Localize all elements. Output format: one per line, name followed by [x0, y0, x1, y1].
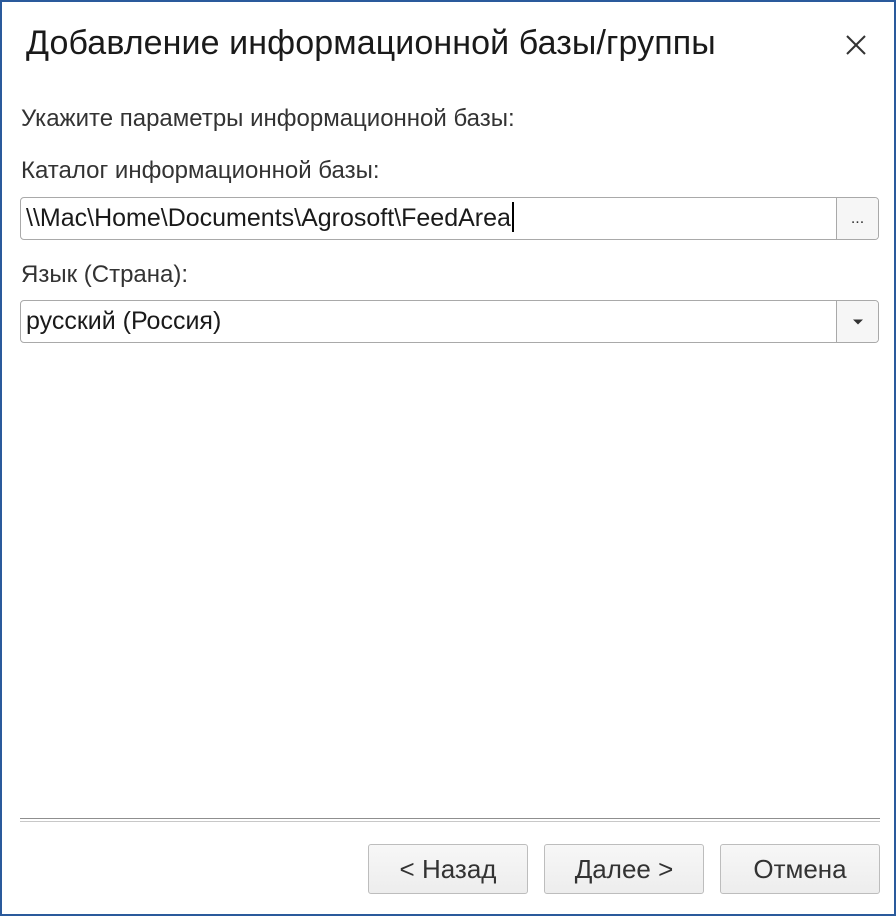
catalog-label: Каталог информационной базы: [21, 157, 380, 184]
browse-button[interactable]: ... [836, 198, 878, 239]
catalog-input-text: \\Mac\Home\Documents\Agrosoft\FeedArea [26, 204, 511, 232]
language-dropdown-button[interactable] [836, 301, 878, 342]
language-value: русский (Россия) [26, 307, 222, 335]
catalog-input[interactable]: \\Mac\Home\Documents\Agrosoft\FeedArea [26, 198, 514, 239]
language-label: Язык (Страна): [21, 261, 189, 288]
language-select[interactable]: русский (Россия) [20, 300, 879, 343]
catalog-field[interactable]: \\Mac\Home\Documents\Agrosoft\FeedArea .… [20, 197, 879, 240]
footer-separator [20, 818, 880, 822]
add-infobase-dialog: Добавление информационной базы/группы Ук… [0, 0, 896, 916]
text-caret [511, 202, 514, 233]
intro-text: Укажите параметры информационной базы: [21, 105, 515, 132]
next-button[interactable]: Далее > [544, 844, 704, 894]
close-icon [846, 35, 866, 55]
close-button[interactable] [838, 28, 874, 64]
browse-button-label: ... [850, 209, 865, 227]
back-button[interactable]: < Назад [368, 844, 528, 894]
cancel-button[interactable]: Отмена [720, 844, 880, 894]
chevron-down-icon [852, 319, 863, 324]
dialog-title: Добавление информационной базы/группы [26, 24, 716, 62]
